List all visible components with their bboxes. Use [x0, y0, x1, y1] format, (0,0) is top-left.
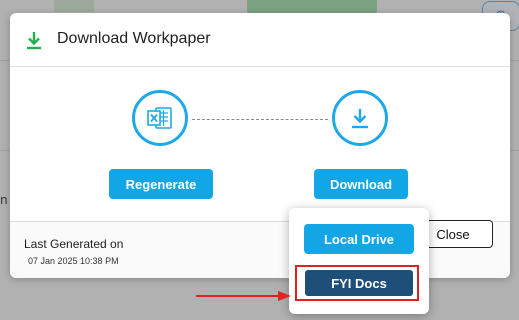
download-destination-menu: Local Drive FYI Docs	[289, 208, 429, 314]
download-icon	[352, 109, 368, 129]
download-button[interactable]: Download	[314, 169, 408, 199]
download-circle	[332, 90, 388, 146]
regenerate-circle	[132, 90, 188, 146]
last-generated-value: 07 Jan 2025 10:38 PM	[28, 256, 119, 266]
fyi-docs-button[interactable]: FYI Docs	[305, 270, 413, 296]
last-generated-label: Last Generated on	[24, 237, 124, 251]
step-connector	[192, 119, 328, 120]
modal-header: Download Workpaper	[10, 13, 510, 67]
regenerate-button[interactable]: Regenerate	[109, 169, 213, 199]
modal-title: Download Workpaper	[57, 30, 211, 47]
download-icon	[27, 32, 41, 50]
red-arrow-icon	[196, 291, 291, 301]
excel-file-icon	[147, 107, 172, 129]
local-drive-button[interactable]: Local Drive	[304, 224, 414, 254]
